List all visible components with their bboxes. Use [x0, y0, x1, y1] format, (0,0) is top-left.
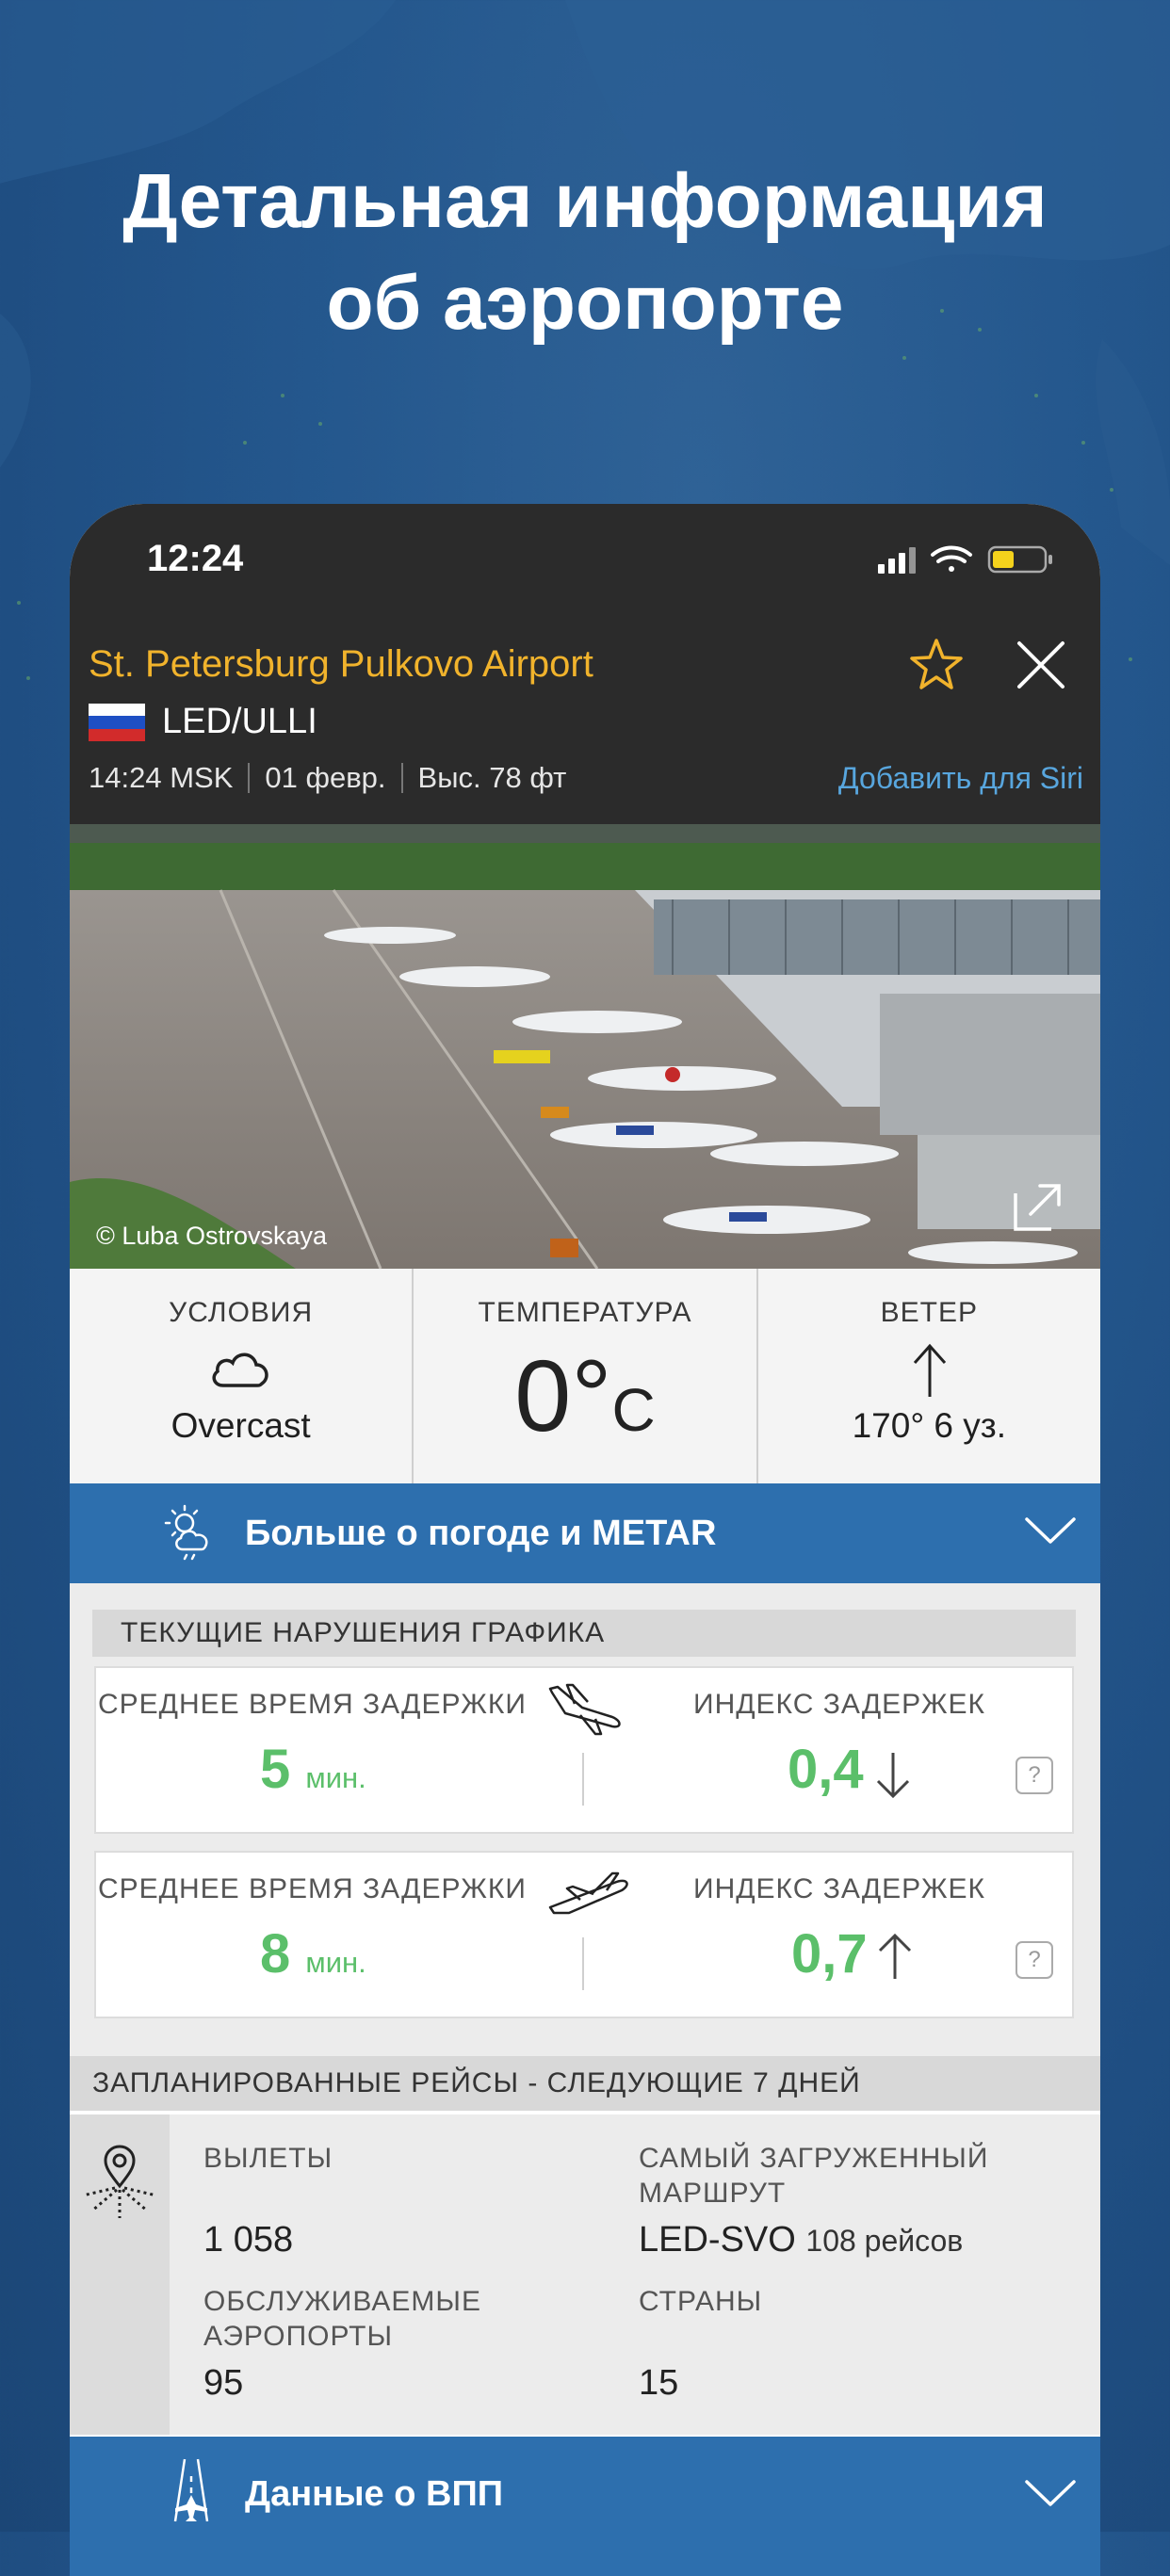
- favorite-star-icon[interactable]: [907, 636, 966, 694]
- routes-icon-column: [70, 2114, 170, 2435]
- temperature-display: 0°C: [414, 1337, 756, 1454]
- temperature-label: ТЕМПЕРАТУРА: [478, 1297, 692, 1328]
- airport-meta: 14:24 MSK 01 февр. Выс. 78 фт: [89, 761, 566, 795]
- battery-icon: [987, 545, 1052, 574]
- departures-count: 1 058: [203, 2220, 294, 2260]
- local-time: 14:24 MSK: [89, 761, 234, 794]
- runway-data-expander[interactable]: Данные о ВПП: [70, 2437, 1100, 2576]
- arrivals-index-label: ИНДЕКС ЗАДЕРЖЕК: [693, 1689, 986, 1720]
- conditions-label: УСЛОВИЯ: [169, 1297, 314, 1328]
- busiest-route-code: LED-SVO: [639, 2220, 796, 2260]
- airports-served-label: ОБСЛУЖИВАЕМЫЕ АЭРОПОРТЫ: [203, 2284, 481, 2354]
- airport-header: 12:24 St. Petersburg Pulkovo Airport LED…: [70, 504, 1100, 824]
- disruptions-section: ТЕКУЩИЕ НАРУШЕНИЯ ГРАФИКА СРЕДНЕЕ ВРЕМЯ …: [70, 1583, 1100, 2069]
- countries-count: 15: [639, 2363, 679, 2403]
- status-time: 12:24: [147, 538, 244, 579]
- airport-elevation: Выс. 78 фт: [417, 761, 567, 794]
- expand-photo-icon[interactable]: [1008, 1178, 1064, 1235]
- busiest-route-label: САМЫЙ ЗАГРУЖЕННЫЙ МАРШРУТ: [639, 2141, 988, 2211]
- help-icon[interactable]: ?: [1016, 1757, 1053, 1794]
- promo-headline: Детальная информация об аэропорте: [0, 151, 1170, 354]
- conditions-value: Overcast: [171, 1406, 311, 1445]
- routes-map-pin-icon: [82, 2145, 157, 2218]
- arrivals-delay-card: СРЕДНЕЕ ВРЕМЯ ЗАДЕРЖКИ ИНДЕКС ЗАДЕРЖЕК 5…: [94, 1666, 1074, 1834]
- headline-line-1: Детальная информация: [122, 158, 1048, 244]
- headline-line-2: об аэропорте: [326, 260, 844, 346]
- weather-metar-expander[interactable]: Больше о погоде и METAR: [70, 1483, 1100, 1583]
- departures-index-label: ИНДЕКС ЗАДЕРЖЕК: [693, 1873, 986, 1904]
- departures-delay-label: СРЕДНЕЕ ВРЕМЯ ЗАДЕРЖКИ: [98, 1873, 527, 1904]
- metar-bar-label: Больше о погоде и METAR: [245, 1514, 717, 1553]
- photo-credit: © Luba Ostrovskaya: [96, 1222, 328, 1250]
- departures-delay-value: 8 мин.: [260, 1922, 366, 1985]
- close-icon[interactable]: [1016, 640, 1066, 690]
- departures-label: ВЫЛЕТЫ: [203, 2143, 333, 2174]
- cloud-icon: [212, 1353, 268, 1387]
- airport-photo[interactable]: [70, 824, 1100, 1269]
- disruptions-header: ТЕКУЩИЕ НАРУШЕНИЯ ГРАФИКА: [92, 1610, 1076, 1657]
- airport-name: St. Petersburg Pulkovo Airport: [89, 643, 593, 685]
- temperature-unit: C: [611, 1376, 656, 1444]
- airports-served-count: 95: [203, 2363, 244, 2403]
- temperature-value: 0°: [514, 1338, 612, 1452]
- sun-cloud-icon: [164, 1504, 208, 1561]
- departure-plane-icon: [548, 1871, 628, 1915]
- busiest-route-label-line-1: САМЫЙ ЗАГРУЖЕННЫЙ: [639, 2143, 989, 2174]
- busiest-route-count: 108 рейсов: [805, 2224, 964, 2258]
- temperature-column: ТЕМПЕРАТУРА 0°C: [412, 1269, 756, 1483]
- busiest-route-value: LED-SVO 108 рейсов: [639, 2220, 963, 2260]
- meta-divider: [248, 763, 251, 793]
- airport-codes: LED/ULLI: [162, 702, 317, 741]
- departures-delay-number: 8: [260, 1923, 291, 1985]
- russia-flag-icon: [89, 704, 145, 741]
- airports-served-label-line-2: АЭРОПОРТЫ: [203, 2321, 394, 2352]
- scheduled-flights-header: ЗАПЛАНИРОВАННЫЕ РЕЙСЫ - СЛЕДУЮЩИЕ 7 ДНЕЙ: [70, 2056, 1100, 2111]
- signal-icon: [878, 547, 916, 574]
- scheduled-flights-section: ВЫЛЕТЫ 1 058 САМЫЙ ЗАГРУЖЕННЫЙ МАРШРУТ L…: [70, 2114, 1100, 2435]
- add-to-siri-link[interactable]: Добавить для Siri: [838, 761, 1083, 796]
- trend-up-arrow-icon: [878, 1933, 912, 1979]
- countries-label: СТРАНЫ: [639, 2286, 763, 2317]
- card-divider: [582, 1753, 584, 1806]
- arrivals-delay-number: 5: [260, 1739, 291, 1800]
- local-date: 01 февр.: [265, 761, 386, 794]
- wind-column: ВЕТЕР 170° 6 уз.: [756, 1269, 1100, 1483]
- runway-icon: [173, 2458, 209, 2522]
- departures-delay-card: СРЕДНЕЕ ВРЕМЯ ЗАДЕРЖКИ ИНДЕКС ЗАДЕРЖЕК 8…: [94, 1851, 1074, 2018]
- arrivals-delay-label: СРЕДНЕЕ ВРЕМЯ ЗАДЕРЖКИ: [98, 1689, 527, 1720]
- wind-label: ВЕТЕР: [880, 1297, 978, 1328]
- arrivals-delay-unit: мин.: [305, 1761, 366, 1794]
- runway-bar-label: Данные о ВПП: [245, 2474, 504, 2514]
- chevron-down-icon: [1025, 1517, 1076, 1544]
- arrival-plane-icon: [548, 1683, 621, 1736]
- arrivals-delay-value: 5 мин.: [260, 1738, 366, 1801]
- departures-delay-unit: мин.: [305, 1946, 366, 1979]
- meta-divider: [400, 763, 403, 793]
- chevron-down-icon: [1025, 2480, 1076, 2506]
- card-divider: [582, 1937, 584, 1990]
- wifi-icon: [931, 545, 972, 572]
- airports-served-label-line-1: ОБСЛУЖИВАЕМЫЕ: [203, 2286, 481, 2317]
- weather-summary: УСЛОВИЯ Overcast ТЕМПЕРАТУРА 0°C ВЕТЕР 1…: [70, 1269, 1100, 1483]
- status-icons: [878, 543, 1057, 580]
- departures-index-value: 0,7: [791, 1923, 868, 1985]
- wind-value: 170° 6 уз.: [852, 1406, 1007, 1445]
- conditions-column: УСЛОВИЯ Overcast: [70, 1269, 412, 1483]
- wind-direction-arrow-icon: [913, 1343, 946, 1397]
- trend-down-arrow-icon: [876, 1753, 910, 1799]
- phone-frame: 12:24 St. Petersburg Pulkovo Airport LED…: [70, 504, 1100, 2576]
- busiest-route-label-line-2: МАРШРУТ: [639, 2178, 787, 2209]
- help-icon[interactable]: ?: [1016, 1941, 1053, 1979]
- arrivals-index-value: 0,4: [788, 1739, 864, 1800]
